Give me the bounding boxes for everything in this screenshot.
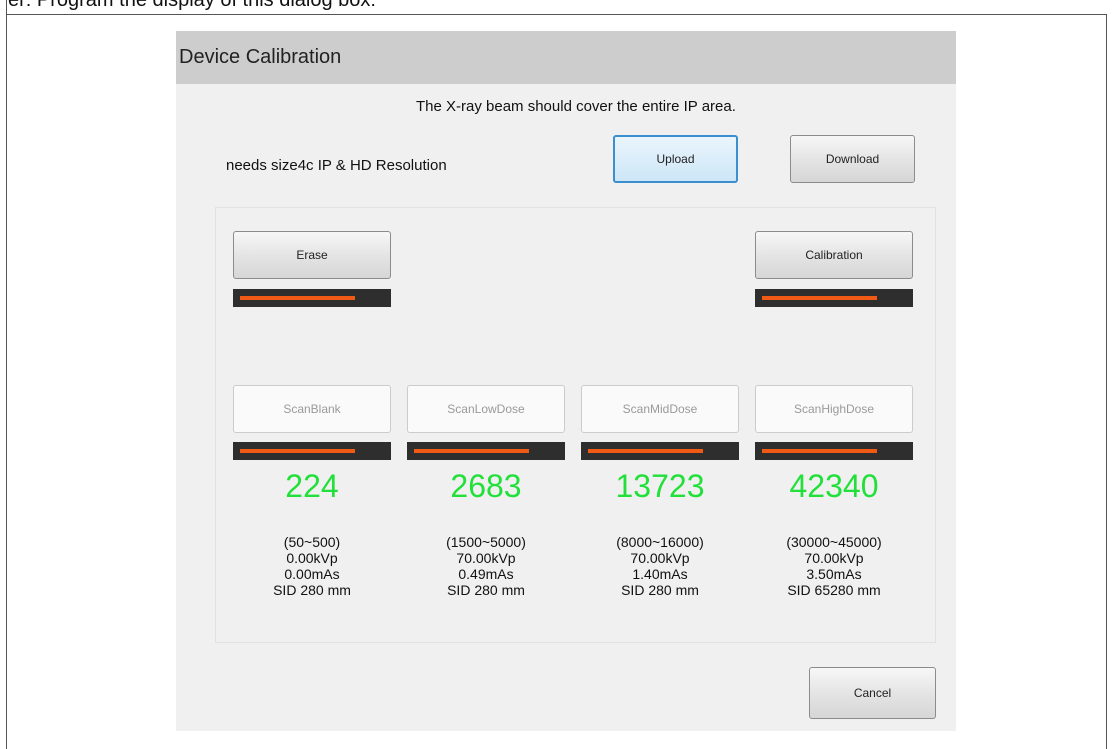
scan-blank-sid: SID 280 mm <box>273 582 351 598</box>
download-button[interactable]: Download <box>790 135 915 183</box>
scan-high-dose-kvp: 70.00kVp <box>804 550 864 566</box>
scan-high-dose-progress-fill <box>762 449 878 453</box>
scan-low-dose-kvp: 70.00kVp <box>456 550 516 566</box>
scan-mid-dose-button[interactable]: ScanMidDose <box>581 385 739 433</box>
scan-blank-count: 224 <box>285 468 339 504</box>
scan-blank-kvp: 0.00kVp <box>286 550 338 566</box>
scan-high-dose-sid: SID 65280 mm <box>787 582 881 598</box>
erase-progress-bar <box>233 289 391 307</box>
scan-low-dose-count: 2683 <box>450 468 522 504</box>
scan-high-dose-progress-bar <box>755 442 913 460</box>
scan-low-dose-progress-bar <box>407 442 565 460</box>
upload-button[interactable]: Upload <box>613 135 738 183</box>
dialog-title-bar: Device Calibration <box>176 31 956 84</box>
scan-blank-info: (50~500) 0.00kVp 0.00mAs SID 280 mm <box>233 534 391 598</box>
scan-low-dose-sid: SID 280 mm <box>447 582 525 598</box>
calibration-progress-fill <box>762 296 878 300</box>
scan-mid-dose-progress-fill <box>588 449 704 453</box>
scan-mid-dose-info: (8000~16000) 70.00kVp 1.40mAs SID 280 mm <box>581 534 739 598</box>
scan-high-dose-info: (30000~45000) 70.00kVp 3.50mAs SID 65280… <box>755 534 913 598</box>
scan-mid-dose-mas: 1.40mAs <box>632 566 688 582</box>
device-calibration-dialog: Device Calibration The X-ray beam should… <box>176 31 956 731</box>
erase-progress-fill <box>240 296 356 300</box>
scan-high-dose-mas: 3.50mAs <box>806 566 862 582</box>
scan-mid-dose-kvp: 70.00kVp <box>630 550 690 566</box>
document-frame-top <box>6 14 1107 15</box>
scan-blank-range: (50~500) <box>283 534 341 550</box>
scan-mid-dose-sid: SID 280 mm <box>621 582 699 598</box>
scan-low-dose-progress-fill <box>414 449 530 453</box>
scan-mid-dose-count: 13723 <box>615 468 705 504</box>
scan-blank-mas: 0.00mAs <box>284 566 340 582</box>
scan-blank-progress-fill <box>240 449 356 453</box>
scan-mid-dose-range: (8000~16000) <box>616 534 704 550</box>
scan-low-dose-info: (1500~5000) 70.00kVp 0.49mAs SID 280 mm <box>407 534 565 598</box>
scan-high-dose-button[interactable]: ScanHighDose <box>755 385 913 433</box>
erase-button[interactable]: Erase <box>233 231 391 279</box>
requirement-text: needs size4c IP & HD Resolution <box>226 157 447 174</box>
cancel-button[interactable]: Cancel <box>809 667 936 719</box>
scan-low-dose-range: (1500~5000) <box>446 534 526 550</box>
scan-blank-progress-bar <box>233 442 391 460</box>
dialog-title: Device Calibration <box>179 46 342 68</box>
calibration-progress-bar <box>755 289 913 307</box>
scan-low-dose-button[interactable]: ScanLowDose <box>407 385 565 433</box>
scan-high-dose-range: (30000~45000) <box>786 534 882 550</box>
document-caption: er: Program the display of this dialog b… <box>8 0 376 11</box>
document-frame-left <box>6 0 7 749</box>
calibration-button[interactable]: Calibration <box>755 231 913 279</box>
scan-mid-dose-progress-bar <box>581 442 739 460</box>
scan-high-dose-count: 42340 <box>789 468 879 504</box>
scan-blank-button[interactable]: ScanBlank <box>233 385 391 433</box>
instruction-text: The X-ray beam should cover the entire I… <box>416 98 736 115</box>
scan-low-dose-mas: 0.49mAs <box>458 566 514 582</box>
document-frame-right <box>1106 14 1107 749</box>
